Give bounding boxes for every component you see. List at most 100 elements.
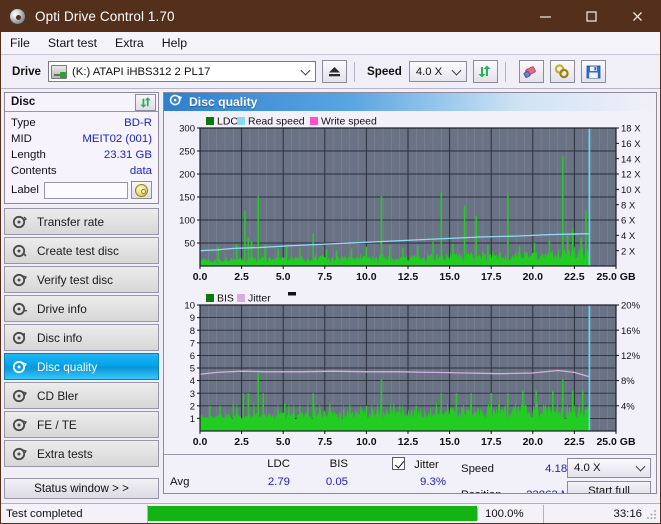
disc-length-value: 23.31 GB xyxy=(103,149,152,161)
svg-text:8: 8 xyxy=(190,326,195,337)
svg-text:2: 2 xyxy=(190,401,195,412)
svg-text:25.0 GB: 25.0 GB xyxy=(596,271,636,283)
window-controls xyxy=(522,1,660,32)
svg-text:16 X: 16 X xyxy=(621,139,641,150)
stats-position-label: Position xyxy=(461,489,502,493)
svg-text:16%: 16% xyxy=(621,326,641,337)
status-window-button[interactable]: Status window > > xyxy=(4,478,159,499)
menu-extra[interactable]: Extra xyxy=(115,34,153,52)
drive-info-icon xyxy=(12,301,28,317)
cd-icon xyxy=(135,183,148,197)
sidebar-item-transfer-rate[interactable]: Transfer rate xyxy=(4,208,159,235)
svg-text:17.5: 17.5 xyxy=(481,271,502,283)
sidebar-item-label: Transfer rate xyxy=(37,214,105,229)
progress-bar xyxy=(148,506,477,521)
svg-text:2.5: 2.5 xyxy=(234,271,249,283)
disc-row-mid: MID MEIT02 (001) xyxy=(11,131,152,147)
refresh-button[interactable] xyxy=(472,60,498,83)
save-button[interactable] xyxy=(580,60,606,83)
drive-select-value: (K:) ATAPI iHBS312 2 PL17 xyxy=(72,65,211,78)
svg-text:10 X: 10 X xyxy=(621,185,641,196)
sidebar-item-label: Drive info xyxy=(37,301,87,316)
menu-file[interactable]: File xyxy=(10,34,39,52)
toolbar-divider-2 xyxy=(504,61,506,82)
svg-text:200: 200 xyxy=(179,170,195,181)
start-full-button[interactable]: Start full xyxy=(567,481,651,493)
sidebar-item-disc-quality[interactable]: Disc quality xyxy=(4,353,159,380)
sidebar-item-fe-te[interactable]: FE / TE xyxy=(4,411,159,438)
drive-select[interactable]: (K:) ATAPI iHBS312 2 PL17 xyxy=(48,61,317,82)
svg-text:15.0: 15.0 xyxy=(439,436,460,448)
svg-text:Jitter: Jitter xyxy=(248,293,271,305)
disc-length-label: Length xyxy=(11,149,46,161)
jitter-checkbox[interactable]: Jitter xyxy=(392,457,439,471)
svg-text:250: 250 xyxy=(179,147,195,158)
speed-select[interactable]: 4.0 X xyxy=(408,61,467,82)
svg-text:20.0: 20.0 xyxy=(523,436,544,448)
minimize-icon[interactable] xyxy=(522,1,568,32)
disc-quality-icon xyxy=(169,93,183,112)
status-message: Test completed xyxy=(6,507,83,520)
eject-button[interactable] xyxy=(322,60,348,83)
sidebar-item-disc-info[interactable]: Disc info xyxy=(4,324,159,351)
svg-text:5.0: 5.0 xyxy=(276,436,291,448)
svg-text:0.0: 0.0 xyxy=(193,271,208,283)
disc-row-length: Length 23.31 GB xyxy=(11,147,152,163)
chevron-down-icon xyxy=(451,65,462,76)
disc-label-button[interactable] xyxy=(131,181,152,199)
sidebar-item-extra-tests[interactable]: Extra tests xyxy=(4,440,159,467)
svg-text:17.5: 17.5 xyxy=(481,436,502,448)
status-bar: Test completed 100.0% 33:16 xyxy=(1,503,660,523)
svg-text:20.0: 20.0 xyxy=(523,271,544,283)
progress-percent: 100.0% xyxy=(477,507,543,520)
disc-panel-title: Disc xyxy=(11,96,36,108)
sidebar-item-drive-info[interactable]: Drive info xyxy=(4,295,159,322)
stats-row-max: Max xyxy=(170,492,192,493)
disc-row-type: Type BD-R xyxy=(11,115,152,131)
eraser-button[interactable] xyxy=(518,60,544,83)
menu-start-test[interactable]: Start test xyxy=(48,34,106,52)
disc-info-icon xyxy=(12,330,28,346)
disc-info-panel: Disc Type BD-R MID MEIT02 (001) Length 2… xyxy=(4,92,159,204)
svg-text:10: 10 xyxy=(184,301,195,312)
menu-bar: File Start test Extra Help xyxy=(1,32,660,55)
resize-grip[interactable] xyxy=(646,509,657,520)
disc-refresh-button[interactable] xyxy=(135,93,156,111)
stats-col-bis: BIS xyxy=(329,458,348,470)
menu-help[interactable]: Help xyxy=(162,34,196,52)
chevron-down-icon xyxy=(635,461,646,472)
disc-contents-value: data xyxy=(129,165,152,177)
speed-label: Speed xyxy=(367,65,402,78)
ldc-chart-svg: 50 100 150 200 250 300 2 X 4 X 6 X 8 X 10 X 12 X 14 … xyxy=(179,116,641,284)
title-bar: Opti Drive Control 1.70 xyxy=(1,1,660,32)
close-icon[interactable] xyxy=(614,1,660,32)
svg-text:50: 50 xyxy=(184,239,195,250)
stats-avg-bis: 0.05 xyxy=(325,476,348,488)
svg-text:4: 4 xyxy=(190,376,195,387)
disc-verify-icon xyxy=(12,272,28,288)
sidebar-item-verify-test-disc[interactable]: Verify test disc xyxy=(4,266,159,293)
svg-text:Read speed: Read speed xyxy=(248,116,305,128)
svg-text:15.0: 15.0 xyxy=(439,271,460,283)
drive-label: Drive xyxy=(12,65,42,78)
test-speed-select[interactable]: 4.0 X xyxy=(567,458,651,478)
disc-label-input[interactable] xyxy=(43,181,128,199)
stats-avg-ldc: 2.79 xyxy=(267,476,290,488)
svg-text:6: 6 xyxy=(190,351,195,362)
sidebar-item-cd-bler[interactable]: CD Bler xyxy=(4,382,159,409)
svg-text:14 X: 14 X xyxy=(621,154,641,165)
disc-panel-header: Disc xyxy=(5,93,158,112)
svg-text:10.0: 10.0 xyxy=(356,436,377,448)
sidebar-item-label: Verify test disc xyxy=(37,272,114,287)
svg-text:300: 300 xyxy=(179,124,195,135)
sidebar-item-label: Disc quality xyxy=(37,359,98,374)
extra-tests-icon xyxy=(12,446,28,462)
link-button[interactable] xyxy=(549,60,575,83)
progress-area: 100.0% xyxy=(147,504,544,523)
jitter-checkbox-box xyxy=(392,457,405,470)
sidebar-item-create-test-disc[interactable]: Create test disc xyxy=(4,237,159,264)
disc-rate-icon xyxy=(12,214,28,230)
maximize-icon[interactable] xyxy=(568,1,614,32)
disc-type-value: BD-R xyxy=(124,117,152,129)
stats-row-avg: Avg xyxy=(170,476,190,488)
